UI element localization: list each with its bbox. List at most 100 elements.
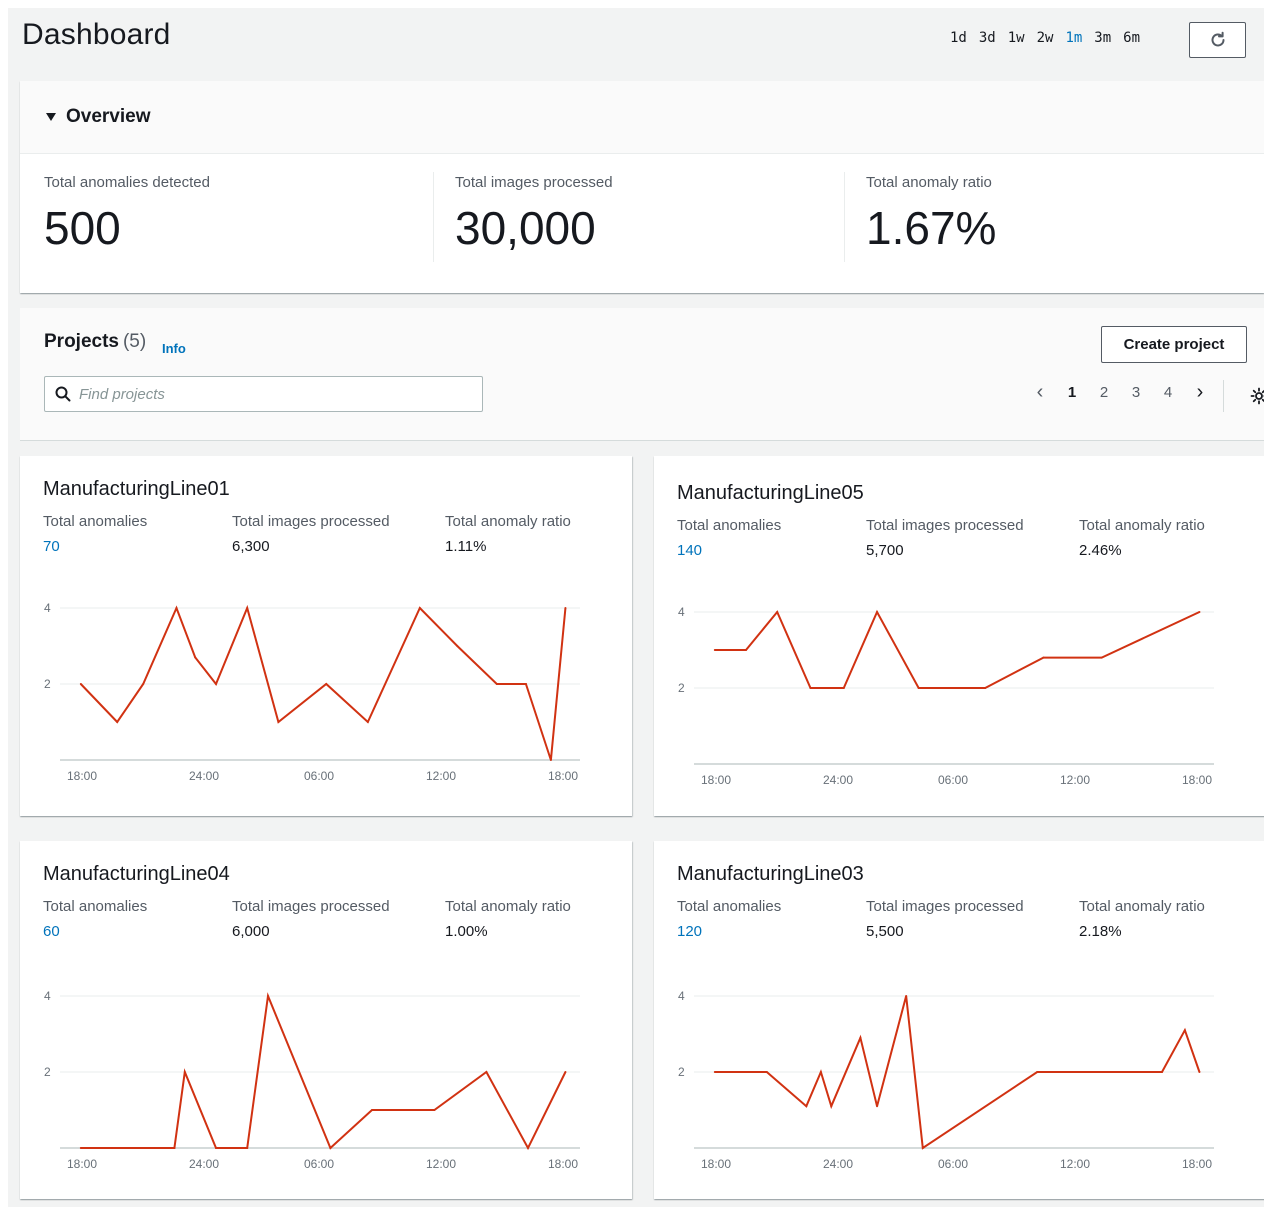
x-tick-label: 12:00: [426, 769, 456, 783]
data-point: [1161, 1071, 1163, 1073]
overview-title: Overview: [66, 106, 151, 127]
project-card[interactable]: ManufacturingLine05 Total anomalies 140 …: [654, 456, 1264, 816]
data-point: [819, 1071, 822, 1073]
data-point: [745, 649, 747, 651]
x-tick-label: 06:00: [938, 1157, 968, 1171]
anomaly-chart: 2 4 18:00 24:00 06:00 12:00 18:00: [678, 989, 1214, 1171]
data-point: [152, 1147, 155, 1149]
x-tick-label: 06:00: [938, 773, 968, 787]
data-point: [905, 995, 908, 997]
y-tick-label: 4: [44, 989, 51, 1003]
project-card[interactable]: ManufacturingLine03 Total anomalies 120 …: [654, 841, 1264, 1199]
data-point: [765, 1071, 768, 1073]
x-tick-label: 06:00: [304, 769, 334, 783]
data-point: [116, 721, 119, 723]
overview-metric-anomalies: Total anomalies detected 500: [20, 174, 431, 255]
y-tick-label: 2: [44, 677, 51, 691]
series-line: [714, 609, 1200, 689]
data-point: [842, 687, 845, 689]
anomaly-chart: 2 4 18:00 24:00 06:00 12:00 18:00: [678, 605, 1214, 787]
refresh-button[interactable]: [1189, 22, 1246, 58]
data-point: [183, 1071, 186, 1073]
search-field[interactable]: [44, 376, 483, 412]
data-point: [495, 683, 498, 685]
x-tick-label: 18:00: [1182, 1157, 1212, 1171]
next-page-icon[interactable]: ›: [1184, 382, 1216, 402]
data-point: [1100, 656, 1103, 659]
settings-button[interactable]: [1250, 387, 1264, 410]
metric-value: 500: [44, 202, 121, 254]
project-card[interactable]: ManufacturingLine04 Total anomalies 60 T…: [20, 841, 632, 1199]
search-input[interactable]: [79, 385, 459, 403]
y-tick-label: 2: [44, 1065, 51, 1079]
data-point: [194, 656, 197, 659]
x-tick-label: 18:00: [701, 773, 731, 787]
metric-label: Total images processed: [455, 174, 613, 191]
x-tick-label: 18:00: [548, 1157, 578, 1171]
data-point: [713, 1071, 716, 1073]
divider: [1223, 380, 1224, 412]
range-2w[interactable]: 2w: [1031, 30, 1060, 46]
x-tick-label: 24:00: [823, 1157, 853, 1171]
data-point: [713, 649, 716, 651]
projects-header: Projects(5) Info Create project ‹ 1 2 3 …: [20, 308, 1264, 441]
range-6m[interactable]: 6m: [1117, 30, 1146, 46]
overview-header[interactable]: Overview: [20, 81, 1264, 154]
x-tick-label: 18:00: [548, 769, 578, 783]
app-shell: Dashboard 1d 3d 1w 2w 1m 3m 6m Overview …: [8, 8, 1264, 1207]
data-point: [1183, 1029, 1186, 1032]
metric-label: Total anomalies detected: [44, 174, 210, 191]
range-3d[interactable]: 3d: [973, 30, 1002, 46]
page-3[interactable]: 3: [1120, 384, 1152, 401]
range-1m[interactable]: 1m: [1059, 30, 1088, 46]
data-point: [485, 1071, 488, 1073]
data-point: [433, 1109, 436, 1111]
create-project-button[interactable]: Create project: [1101, 326, 1247, 363]
data-point: [418, 607, 421, 609]
x-tick-label: 18:00: [67, 1157, 97, 1171]
page-2[interactable]: 2: [1088, 384, 1120, 401]
data-point: [859, 1036, 862, 1039]
data-point: [564, 607, 567, 609]
range-3m[interactable]: 3m: [1088, 30, 1117, 46]
data-point: [215, 1147, 217, 1149]
data-point: [366, 721, 369, 723]
x-tick-label: 24:00: [823, 773, 853, 787]
prev-page-icon[interactable]: ‹: [1024, 382, 1056, 402]
data-point: [776, 611, 779, 613]
data-point: [329, 1147, 332, 1149]
data-point: [1198, 611, 1201, 613]
data-point: [809, 687, 812, 689]
projects-title: Projects (5): [44, 331, 146, 353]
x-tick-label: 12:00: [426, 1157, 456, 1171]
page-title: Dashboard: [22, 18, 171, 51]
data-point: [527, 1147, 529, 1149]
page-1[interactable]: 1: [1056, 384, 1088, 401]
data-point: [79, 683, 82, 685]
range-1d[interactable]: 1d: [944, 30, 973, 46]
x-tick-label: 24:00: [189, 769, 219, 783]
data-point: [246, 1147, 249, 1149]
gear-icon: [1250, 387, 1264, 405]
data-point: [175, 607, 178, 609]
range-1w[interactable]: 1w: [1002, 30, 1031, 46]
overview-metric-ratio: Total anomaly ratio 1.67%: [842, 172, 1253, 262]
data-point: [142, 683, 145, 685]
y-tick-label: 2: [678, 1065, 685, 1079]
x-tick-label: 24:00: [189, 1157, 219, 1171]
y-tick-label: 4: [44, 601, 51, 615]
data-point: [111, 1147, 113, 1149]
page-4[interactable]: 4: [1152, 384, 1184, 401]
data-point: [456, 645, 459, 647]
data-point: [984, 687, 987, 689]
data-point: [549, 759, 552, 761]
data-point: [1042, 656, 1045, 659]
y-tick-label: 4: [678, 605, 685, 619]
y-tick-label: 2: [678, 681, 685, 695]
project-card[interactable]: ManufacturingLine01 Total anomalies 70 T…: [20, 456, 632, 816]
info-link[interactable]: Info: [162, 341, 186, 356]
time-range-selector: 1d 3d 1w 2w 1m 3m 6m: [944, 30, 1146, 46]
x-tick-label: 18:00: [701, 1157, 731, 1171]
data-point: [1036, 1071, 1039, 1073]
data-point: [830, 1105, 833, 1108]
